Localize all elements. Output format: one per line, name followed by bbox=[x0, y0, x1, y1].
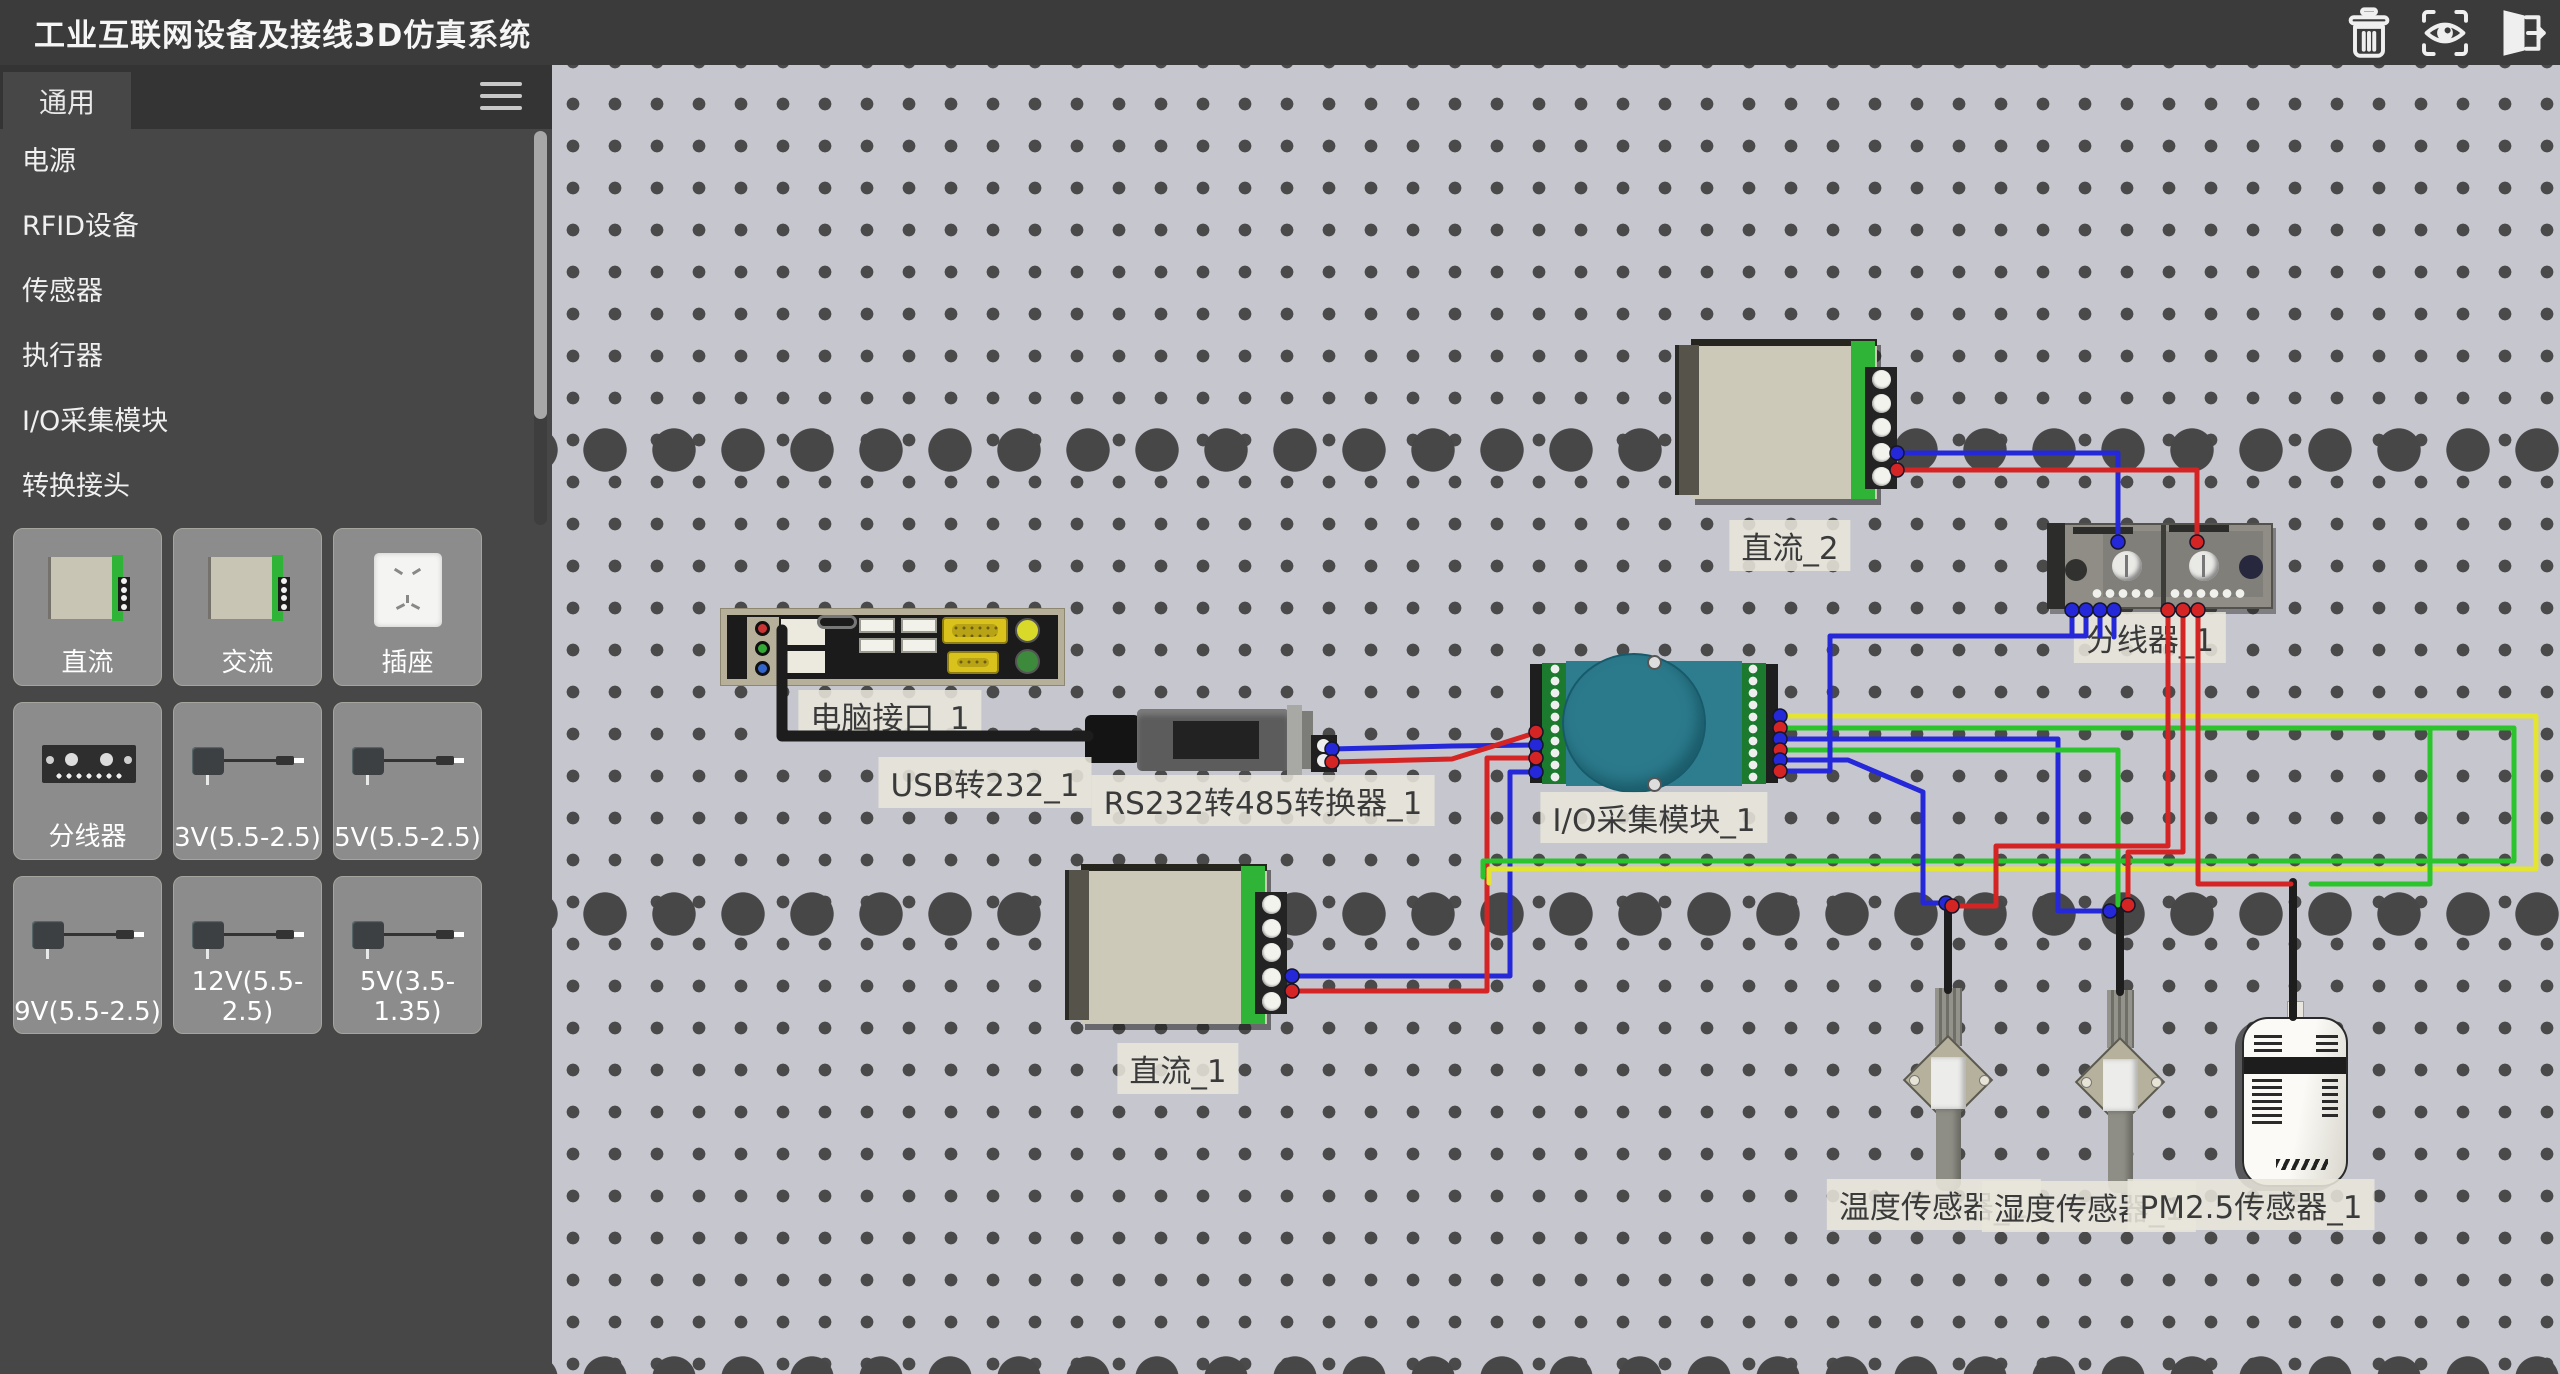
tab-general[interactable]: 通用 bbox=[3, 72, 131, 129]
tile-5v-small-adapter[interactable]: 5V(3.5-1.35) bbox=[333, 876, 482, 1034]
dc-supply-thumb-icon bbox=[48, 555, 128, 621]
terminal-block[interactable] bbox=[1311, 735, 1337, 772]
device-dc-power-1[interactable] bbox=[1065, 860, 1287, 1032]
usb-port[interactable] bbox=[859, 618, 895, 633]
tile-3v-adapter[interactable]: 3V(5.5-2.5) bbox=[173, 702, 322, 860]
simulation-canvas[interactable]: 直流_2 电脑接口_1 USB转232_1 RS232转485转换器_1 I/O… bbox=[552, 65, 2560, 1374]
tile-socket[interactable]: 插座 bbox=[333, 528, 482, 686]
adapter-thumb-icon bbox=[352, 921, 468, 955]
usb-port[interactable] bbox=[901, 638, 937, 653]
device-label: RS232转485转换器_1 bbox=[1092, 775, 1435, 826]
sidebar-scrollbar[interactable] bbox=[534, 131, 547, 525]
ps2-port[interactable] bbox=[1015, 649, 1040, 674]
device-pc-interface[interactable] bbox=[720, 608, 1065, 686]
usb-port[interactable] bbox=[901, 618, 937, 633]
terminal-block[interactable] bbox=[1865, 367, 1897, 489]
device-usb-serial-converter[interactable] bbox=[1085, 707, 1345, 779]
device-label: PM2.5传感器_1 bbox=[2128, 1179, 2375, 1230]
usb-port[interactable] bbox=[859, 638, 895, 653]
tile-splitter[interactable]: 分线器 bbox=[13, 702, 162, 860]
sidebar-item-actuator[interactable]: 执行器 bbox=[0, 324, 536, 389]
adapter-thumb-icon bbox=[192, 921, 308, 955]
exit-icon[interactable] bbox=[2490, 5, 2552, 61]
top-bar: 工业互联网设备及接线3D仿真系统 bbox=[0, 0, 2560, 65]
terminal-strip[interactable] bbox=[1740, 663, 1766, 784]
serial-port[interactable] bbox=[942, 617, 1008, 644]
device-io-module[interactable] bbox=[1530, 661, 1778, 786]
splitter-thumb-icon bbox=[42, 745, 136, 783]
tile-9v-adapter[interactable]: 9V(5.5-2.5) bbox=[13, 876, 162, 1034]
device-label: USB转232_1 bbox=[878, 757, 1091, 808]
component-sidebar: 通用 电源 RFID设备 传感器 执行器 I/O采集模块 转换接头 直流 交流 … bbox=[0, 65, 552, 1374]
adapter-thumb-icon bbox=[32, 921, 148, 955]
tile-ac[interactable]: 交流 bbox=[173, 528, 322, 686]
device-temperature-sensor[interactable] bbox=[1903, 905, 1993, 1195]
tile-5v-adapter[interactable]: 5V(5.5-2.5) bbox=[333, 702, 482, 860]
device-label: I/O采集模块_1 bbox=[1540, 792, 1767, 843]
adapter-thumb-icon bbox=[352, 747, 468, 781]
device-pm25-sensor[interactable] bbox=[2242, 1013, 2348, 1187]
device-label: 电脑接口_1 bbox=[798, 690, 981, 741]
device-label: 直流_2 bbox=[1729, 520, 1850, 571]
audio-jacks bbox=[747, 617, 779, 679]
topbar-actions bbox=[2338, 5, 2552, 61]
device-dc-power-2[interactable] bbox=[1675, 335, 1897, 507]
device-humidity-sensor[interactable] bbox=[2075, 907, 2165, 1197]
trash-icon[interactable] bbox=[2338, 5, 2400, 61]
sidebar-item-rfid[interactable]: RFID设备 bbox=[0, 194, 536, 259]
sidebar-item-io-module[interactable]: I/O采集模块 bbox=[0, 389, 536, 454]
tile-dc[interactable]: 直流 bbox=[13, 528, 162, 686]
socket-thumb-icon bbox=[374, 553, 442, 627]
device-label: 分线器_1 bbox=[2074, 612, 2226, 663]
terminal-row[interactable] bbox=[2169, 588, 2247, 599]
sidebar-tabstrip: 通用 bbox=[0, 65, 552, 129]
ps2-port[interactable] bbox=[1015, 618, 1040, 643]
sidebar-item-power[interactable]: 电源 bbox=[0, 129, 536, 194]
view-icon[interactable] bbox=[2414, 5, 2476, 61]
menu-icon[interactable] bbox=[480, 82, 522, 112]
ac-supply-thumb-icon bbox=[208, 555, 288, 621]
device-splitter[interactable] bbox=[2047, 523, 2273, 609]
device-label: 直流_1 bbox=[1117, 1043, 1238, 1094]
app-title: 工业互联网设备及接线3D仿真系统 bbox=[34, 10, 531, 55]
terminal-row[interactable] bbox=[2091, 588, 2157, 599]
scrollbar-thumb[interactable] bbox=[534, 131, 547, 419]
serial-port[interactable] bbox=[947, 651, 999, 674]
sidebar-item-sensor[interactable]: 传感器 bbox=[0, 259, 536, 324]
sidebar-item-adapter[interactable]: 转换接头 bbox=[0, 454, 536, 519]
terminal-block[interactable] bbox=[1255, 892, 1287, 1014]
tile-12v-adapter[interactable]: 12V(5.5-2.5) bbox=[173, 876, 322, 1034]
adapter-thumb-icon bbox=[192, 747, 308, 781]
category-menu: 电源 RFID设备 传感器 执行器 I/O采集模块 转换接头 bbox=[0, 129, 536, 519]
